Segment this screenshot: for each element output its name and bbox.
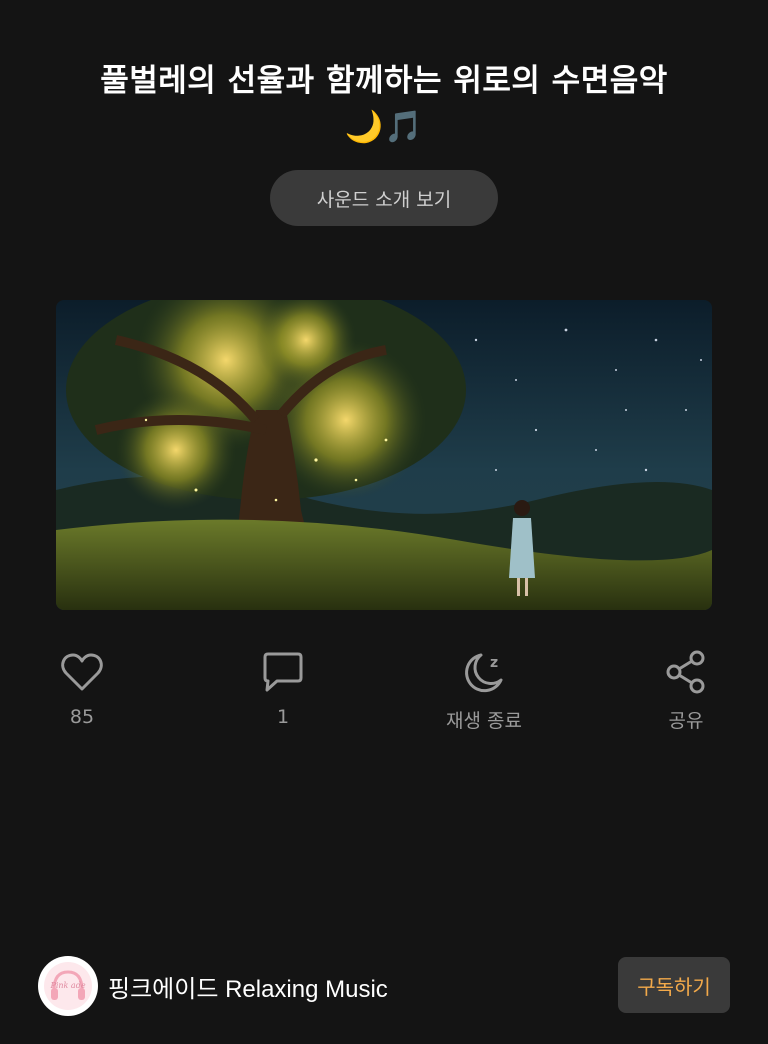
sleep-timer-label: 재생 종료 (446, 710, 522, 732)
like-count: 85 (69, 706, 95, 728)
comment-icon (213, 648, 353, 696)
heart-icon (12, 648, 152, 696)
channel-name: 핑크에이드 Relaxing Music (108, 975, 388, 1003)
channel-info[interactable]: Pink ade 핑크에이드 Relaxing Music (38, 956, 458, 1016)
moon-note-emoji: 🌙🎵 (344, 109, 424, 145)
comment-button[interactable]: 1 (213, 648, 353, 728)
cover-artwork (56, 300, 712, 610)
share-label: 공유 (668, 710, 704, 732)
svg-text:z: z (490, 655, 498, 671)
avatar: Pink ade (38, 956, 98, 1016)
sound-intro-button[interactable]: 사운드 소개 보기 (270, 170, 498, 226)
like-button[interactable]: 85 (12, 648, 152, 728)
title-text: 풀벌레의 선율과 함께하는 위로의 수면음악 (100, 63, 668, 99)
share-icon (616, 648, 756, 696)
share-button[interactable]: 공유 (616, 648, 756, 733)
comment-count: 1 (276, 706, 290, 728)
sleep-timer-button[interactable]: z 재생 종료 (414, 648, 554, 733)
sleep-timer-icon: z (414, 648, 554, 696)
action-bar: 85 1 z 재생 종료 공유 (0, 648, 768, 748)
page-title: 풀벌레의 선율과 함께하는 위로의 수면음악 🌙🎵 (40, 58, 728, 148)
avatar-logo-text: Pink ade (49, 981, 85, 990)
subscribe-button[interactable]: 구독하기 (618, 957, 730, 1013)
